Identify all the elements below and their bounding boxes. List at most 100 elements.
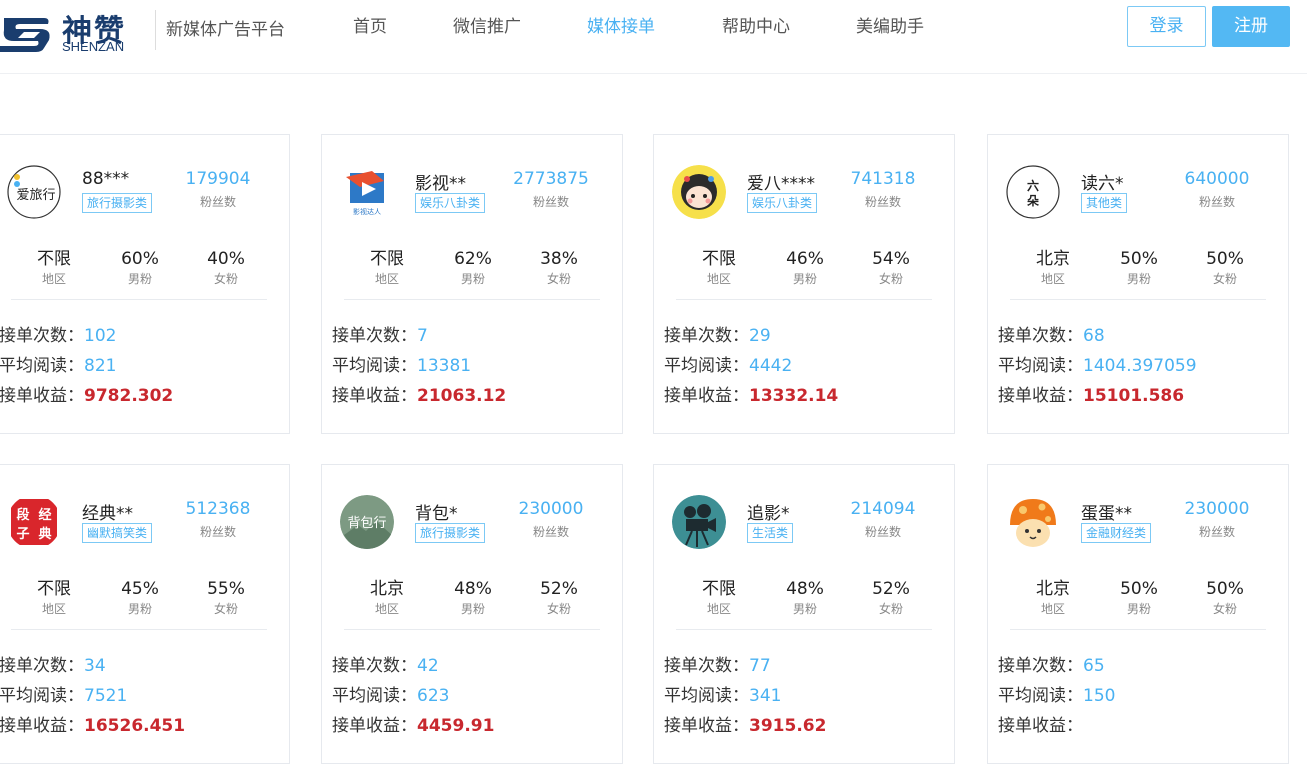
film-camera-icon[interactable] <box>672 495 726 549</box>
male-percent: 48% <box>786 579 824 599</box>
orders-value: 102 <box>84 326 117 346</box>
account-name[interactable]: 爱八**** <box>747 169 815 194</box>
male-label: 男粉 <box>460 602 485 616</box>
region-stat: 不限 地区 <box>684 578 754 618</box>
account-name[interactable]: 蛋蛋** <box>1081 499 1132 524</box>
category-tag: 娱乐八卦类 <box>747 193 818 213</box>
fans-label: 粉丝数 <box>199 525 236 539</box>
account-name[interactable]: 背包* <box>415 499 458 524</box>
region-label: 地区 <box>1040 272 1065 286</box>
male-label: 男粉 <box>127 272 152 286</box>
male-stat: 60% 男粉 <box>105 248 175 288</box>
site-logo[interactable]: 神赞 SHENZAN <box>0 6 150 58</box>
orders-value: 34 <box>84 656 106 676</box>
account-name[interactable]: 88*** <box>82 169 129 189</box>
male-percent: 50% <box>1120 249 1158 269</box>
income-value: 13332.14 <box>749 386 839 406</box>
media-card[interactable]: 蛋蛋** 金融财经类 230000 粉丝数 北京 地区 50% 男粉 50% 女… <box>987 464 1289 764</box>
region-value: 不限 <box>370 249 404 269</box>
male-percent: 48% <box>454 579 492 599</box>
avg-read-label: 平均阅读： <box>332 686 417 706</box>
account-name[interactable]: 读六* <box>1081 169 1124 194</box>
avg-read-label: 平均阅读： <box>0 686 84 706</box>
male-stat: 46% 男粉 <box>770 248 840 288</box>
female-label: 女粉 <box>878 602 903 616</box>
avg-read-row: 平均阅读：4442 <box>664 351 792 376</box>
register-button[interactable]: 注册 <box>1212 6 1290 47</box>
orders-label: 接单次数： <box>0 656 84 676</box>
account-name[interactable]: 影视** <box>415 169 466 194</box>
female-label: 女粉 <box>1212 602 1237 616</box>
region-value: 北京 <box>1036 249 1070 269</box>
nav-editor-assistant[interactable]: 美编助手 <box>856 12 924 42</box>
income-label: 接单收益： <box>332 716 417 736</box>
travel-logo-icon[interactable]: 爱旅行 <box>7 165 61 219</box>
category-tag: 金融财经类 <box>1081 523 1152 543</box>
male-stat: 45% 男粉 <box>105 578 175 618</box>
income-row: 接单收益：9782.302 <box>0 381 173 406</box>
orders-value: 7 <box>417 326 428 346</box>
fans-count: 230000 <box>518 499 584 519</box>
media-card[interactable]: 六朵 读六* 其他类 640000 粉丝数 北京 地区 50% 男粉 50% 女… <box>987 134 1289 434</box>
play-logo-icon[interactable]: 影视达人 <box>340 165 394 219</box>
media-card[interactable]: 段经子典 经典** 幽默搞笑类 512368 粉丝数 不限 地区 45% 男粉 … <box>0 464 290 764</box>
male-percent: 62% <box>454 249 492 269</box>
income-label: 接单收益： <box>0 716 84 736</box>
seal-logo-icon[interactable]: 六朵 <box>1006 165 1060 219</box>
region-label: 地区 <box>41 272 66 286</box>
male-percent: 46% <box>786 249 824 269</box>
avg-read-value: 13381 <box>417 356 472 376</box>
nav-media-orders[interactable]: 媒体接单 <box>587 12 655 42</box>
avg-read-row: 平均阅读：623 <box>332 681 449 706</box>
region-label: 地区 <box>41 602 66 616</box>
avg-read-row: 平均阅读：150 <box>998 681 1115 706</box>
card-divider <box>676 299 932 300</box>
avg-read-row: 平均阅读：13381 <box>332 351 471 376</box>
region-value: 不限 <box>702 579 736 599</box>
mushroom-icon[interactable] <box>1006 495 1060 549</box>
backpack-logo-icon[interactable]: 背包行 <box>340 495 394 549</box>
region-label: 地区 <box>706 602 731 616</box>
media-card[interactable]: 爱旅行 88*** 旅行摄影类 179904 粉丝数 不限 地区 60% 男粉 … <box>0 134 290 434</box>
male-label: 男粉 <box>127 602 152 616</box>
account-name[interactable]: 追影* <box>747 499 790 524</box>
male-stat: 48% 男粉 <box>770 578 840 618</box>
region-stat: 不限 地区 <box>19 578 89 618</box>
income-label: 接单收益： <box>0 386 84 406</box>
fans-count: 512368 <box>185 499 251 519</box>
avg-read-label: 平均阅读： <box>0 356 84 376</box>
fans-label: 粉丝数 <box>532 195 569 209</box>
svg-text:段: 段 <box>16 507 29 523</box>
nav-help-center[interactable]: 帮助中心 <box>722 12 790 42</box>
card-divider <box>344 629 600 630</box>
avatar-text: 爱旅行 <box>16 188 55 203</box>
card-divider <box>1010 629 1266 630</box>
nav-wechat-promo[interactable]: 微信推广 <box>453 12 521 42</box>
male-stat: 62% 男粉 <box>438 248 508 288</box>
nav-home[interactable]: 首页 <box>353 12 387 42</box>
avatar-text: 影视达人 <box>353 207 381 216</box>
card-divider <box>676 629 932 630</box>
fans-count: 230000 <box>1184 499 1250 519</box>
media-card[interactable]: 追影* 生活类 214094 粉丝数 不限 地区 48% 男粉 52% 女粉 接… <box>653 464 955 764</box>
cartoon-girl-icon[interactable] <box>672 165 726 219</box>
media-card[interactable]: 影视达人 影视** 娱乐八卦类 2773875 粉丝数 不限 地区 62% 男粉… <box>321 134 623 434</box>
avg-read-value: 150 <box>1083 686 1116 706</box>
login-button[interactable]: 登录 <box>1127 6 1206 47</box>
red-seal-icon[interactable]: 段经子典 <box>7 495 61 549</box>
fans-count: 214094 <box>850 499 916 519</box>
media-card[interactable]: 背包行 背包* 旅行摄影类 230000 粉丝数 北京 地区 48% 男粉 52… <box>321 464 623 764</box>
avg-read-row: 平均阅读：7521 <box>0 681 127 706</box>
orders-row: 接单次数：77 <box>664 651 771 676</box>
orders-row: 接单次数：29 <box>664 321 771 346</box>
female-label: 女粉 <box>213 602 238 616</box>
media-card[interactable]: 爱八**** 娱乐八卦类 741318 粉丝数 不限 地区 46% 男粉 54%… <box>653 134 955 434</box>
orders-label: 接单次数： <box>332 656 417 676</box>
orders-value: 77 <box>749 656 771 676</box>
account-name[interactable]: 经典** <box>82 499 133 524</box>
female-stat: 55% 女粉 <box>191 578 261 618</box>
male-label: 男粉 <box>792 602 817 616</box>
female-percent: 40% <box>207 249 245 269</box>
orders-row: 接单次数：7 <box>332 321 428 346</box>
orders-label: 接单次数： <box>664 326 749 346</box>
